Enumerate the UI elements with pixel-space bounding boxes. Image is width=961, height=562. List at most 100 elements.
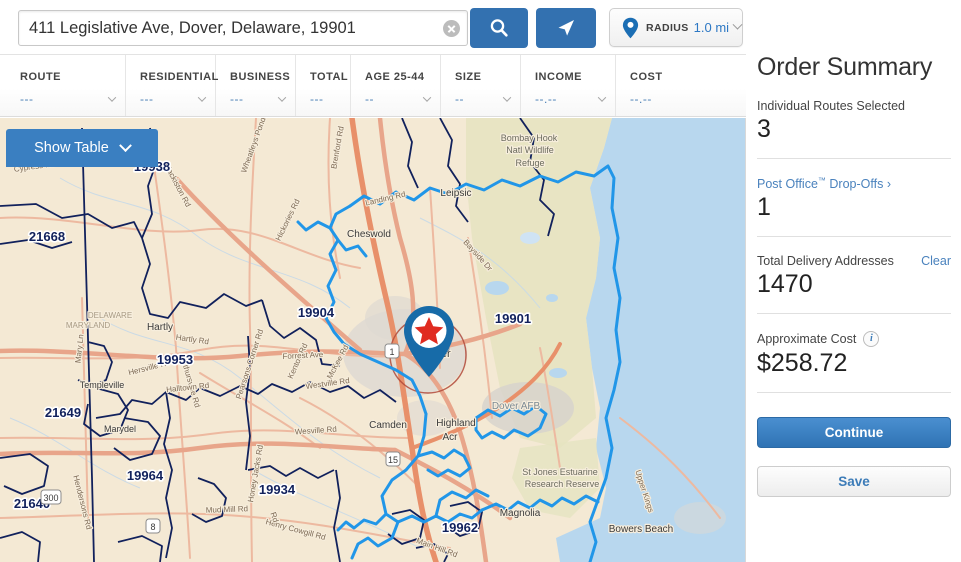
filter-size[interactable]: SIZE -- bbox=[441, 55, 521, 116]
dropoffs-value: 1 bbox=[757, 193, 771, 222]
svg-text:8: 8 bbox=[150, 522, 155, 532]
radius-value: 1.0 mi bbox=[693, 20, 730, 35]
radius-selector[interactable]: RADIUS 1.0 mi bbox=[609, 8, 743, 47]
zip-code-label: 19934 bbox=[259, 482, 296, 497]
zip-code-label: 19953 bbox=[157, 352, 193, 367]
filter-total-value: --- bbox=[310, 92, 324, 106]
filter-income[interactable]: INCOME --.-- bbox=[521, 55, 616, 116]
filter-residential-label: RESIDENTIAL bbox=[140, 71, 219, 83]
filter-bar: ROUTE --- RESIDENTIAL --- BUSINESS --- TOTAL --… bbox=[0, 55, 746, 117]
place-label: Acr bbox=[443, 432, 459, 443]
place-label: Refuge bbox=[515, 158, 544, 168]
highway-shield: 15 bbox=[385, 451, 401, 467]
svg-text:300: 300 bbox=[43, 493, 58, 503]
filter-income-value: --.-- bbox=[535, 92, 557, 106]
filter-route[interactable]: ROUTE --- bbox=[6, 55, 126, 116]
place-label: Research Reserve bbox=[525, 479, 600, 489]
place-label: Dover AFB bbox=[492, 401, 541, 412]
place-label: Marydel bbox=[104, 424, 136, 434]
place-label: Natl Wildlife bbox=[506, 145, 554, 155]
filter-residential[interactable]: RESIDENTIAL --- bbox=[126, 55, 219, 116]
filter-age-label: AGE 25-44 bbox=[365, 71, 425, 83]
road-label: Mud Mill Rd bbox=[206, 504, 249, 514]
map-panel: RADIUS 1.0 mi ROUTE---RESIDENTIAL---BUSI… bbox=[0, 0, 746, 562]
filter-route-value: --- bbox=[20, 92, 34, 106]
svg-text:1: 1 bbox=[389, 347, 394, 357]
map-canvas[interactable]: Cypress RdBlackiston RdWheatleys Pond Rd… bbox=[0, 118, 746, 562]
place-label: Highland bbox=[436, 418, 475, 429]
order-summary-panel: Order Summary Individual Routes Selected… bbox=[747, 0, 961, 562]
delivery-addresses-value: 1470 bbox=[757, 270, 813, 299]
place-label: MARYLAND bbox=[66, 321, 111, 330]
highway-shield: 8 bbox=[145, 518, 161, 534]
filter-age-value: -- bbox=[365, 92, 374, 106]
clear-addresses-button[interactable]: Clear bbox=[921, 254, 951, 268]
place-label: Hartly bbox=[147, 322, 173, 333]
place-label: Camden bbox=[369, 420, 407, 431]
post-office-dropoffs-link[interactable]: Post Office™ Drop-Offs › bbox=[757, 176, 891, 191]
highway-shield: 1 bbox=[384, 343, 400, 359]
filter-business-value: --- bbox=[230, 92, 244, 106]
save-button[interactable]: Save bbox=[757, 466, 951, 498]
zip-code-label: 21649 bbox=[45, 405, 81, 420]
filter-size-value: -- bbox=[455, 92, 464, 106]
approximate-cost-label: Approximate Cost bbox=[757, 332, 857, 347]
search-field[interactable] bbox=[18, 10, 468, 46]
delivery-addresses-block: Total Delivery Addresses Clear 1470 bbox=[757, 237, 951, 315]
zip-code-label: 19962 bbox=[442, 520, 478, 535]
usps-eddm-map-tool: RADIUS 1.0 mi ROUTE---RESIDENTIAL---BUSI… bbox=[0, 0, 961, 562]
chevron-down-icon bbox=[732, 19, 743, 30]
filter-size-label: SIZE bbox=[455, 71, 482, 83]
chevron-down-icon bbox=[197, 93, 207, 102]
place-label: Bowers Beach bbox=[609, 524, 673, 535]
map-pin-icon bbox=[622, 17, 639, 39]
filter-total: TOTAL --- bbox=[296, 55, 351, 116]
routes-selected-block: Individual Routes Selected 3 bbox=[757, 82, 951, 159]
zip-code-label: 19901 bbox=[495, 311, 531, 326]
filter-business[interactable]: BUSINESS --- bbox=[216, 55, 296, 116]
routes-selected-label: Individual Routes Selected bbox=[757, 99, 906, 113]
continue-button[interactable]: Continue bbox=[757, 417, 951, 449]
show-table-label: Show Table bbox=[34, 140, 109, 156]
place-label: Magnolia bbox=[500, 508, 541, 519]
info-icon[interactable]: i bbox=[863, 331, 880, 348]
place-label: Bombay Hook bbox=[501, 133, 558, 143]
filter-cost-label: COST bbox=[630, 71, 663, 83]
highway-shield: 300 bbox=[40, 489, 62, 505]
zip-code-label: 21668 bbox=[29, 229, 65, 244]
chevron-down-icon bbox=[422, 93, 432, 102]
svg-text:15: 15 bbox=[388, 455, 398, 465]
zip-code-label: 19904 bbox=[298, 305, 335, 320]
search-button[interactable] bbox=[470, 8, 528, 48]
place-label: St Jones Estuarine bbox=[522, 467, 598, 477]
filter-income-label: INCOME bbox=[535, 71, 582, 83]
approximate-cost-value: $258.72 bbox=[757, 349, 848, 378]
place-label: Templeville bbox=[80, 380, 125, 390]
filter-cost-value: --.-- bbox=[630, 92, 652, 106]
locate-me-button[interactable] bbox=[536, 8, 596, 48]
chevron-down-icon bbox=[597, 93, 607, 102]
dropoffs-block: Post Office™ Drop-Offs › 1 bbox=[757, 159, 951, 238]
approximate-cost-block: Approximate Cost i $258.72 bbox=[757, 314, 951, 394]
radius-label: RADIUS bbox=[646, 21, 689, 34]
filter-total-label: TOTAL bbox=[310, 71, 349, 83]
filter-cost: COST --.-- bbox=[616, 55, 686, 116]
navigate-arrow-icon bbox=[558, 20, 574, 36]
filter-residential-value: --- bbox=[140, 92, 154, 106]
show-table-button[interactable]: Show Table bbox=[6, 129, 158, 167]
zip-code-label: 19964 bbox=[127, 468, 164, 483]
clear-icon[interactable] bbox=[443, 20, 460, 37]
chevron-down-icon bbox=[502, 93, 512, 102]
place-label: Cheswold bbox=[347, 229, 391, 240]
search-input[interactable] bbox=[19, 11, 437, 45]
page-title: Order Summary bbox=[757, 53, 933, 81]
search-icon bbox=[490, 19, 508, 37]
place-label: Leipsic bbox=[440, 188, 471, 199]
filter-age[interactable]: AGE 25-44 -- bbox=[351, 55, 441, 116]
search-toolbar: RADIUS 1.0 mi bbox=[0, 0, 746, 55]
chevron-down-icon bbox=[107, 93, 117, 102]
routes-selected-value: 3 bbox=[757, 115, 771, 143]
place-label: DELAWARE bbox=[88, 311, 132, 320]
filter-business-label: BUSINESS bbox=[230, 71, 291, 83]
chevron-down-icon bbox=[277, 93, 287, 102]
